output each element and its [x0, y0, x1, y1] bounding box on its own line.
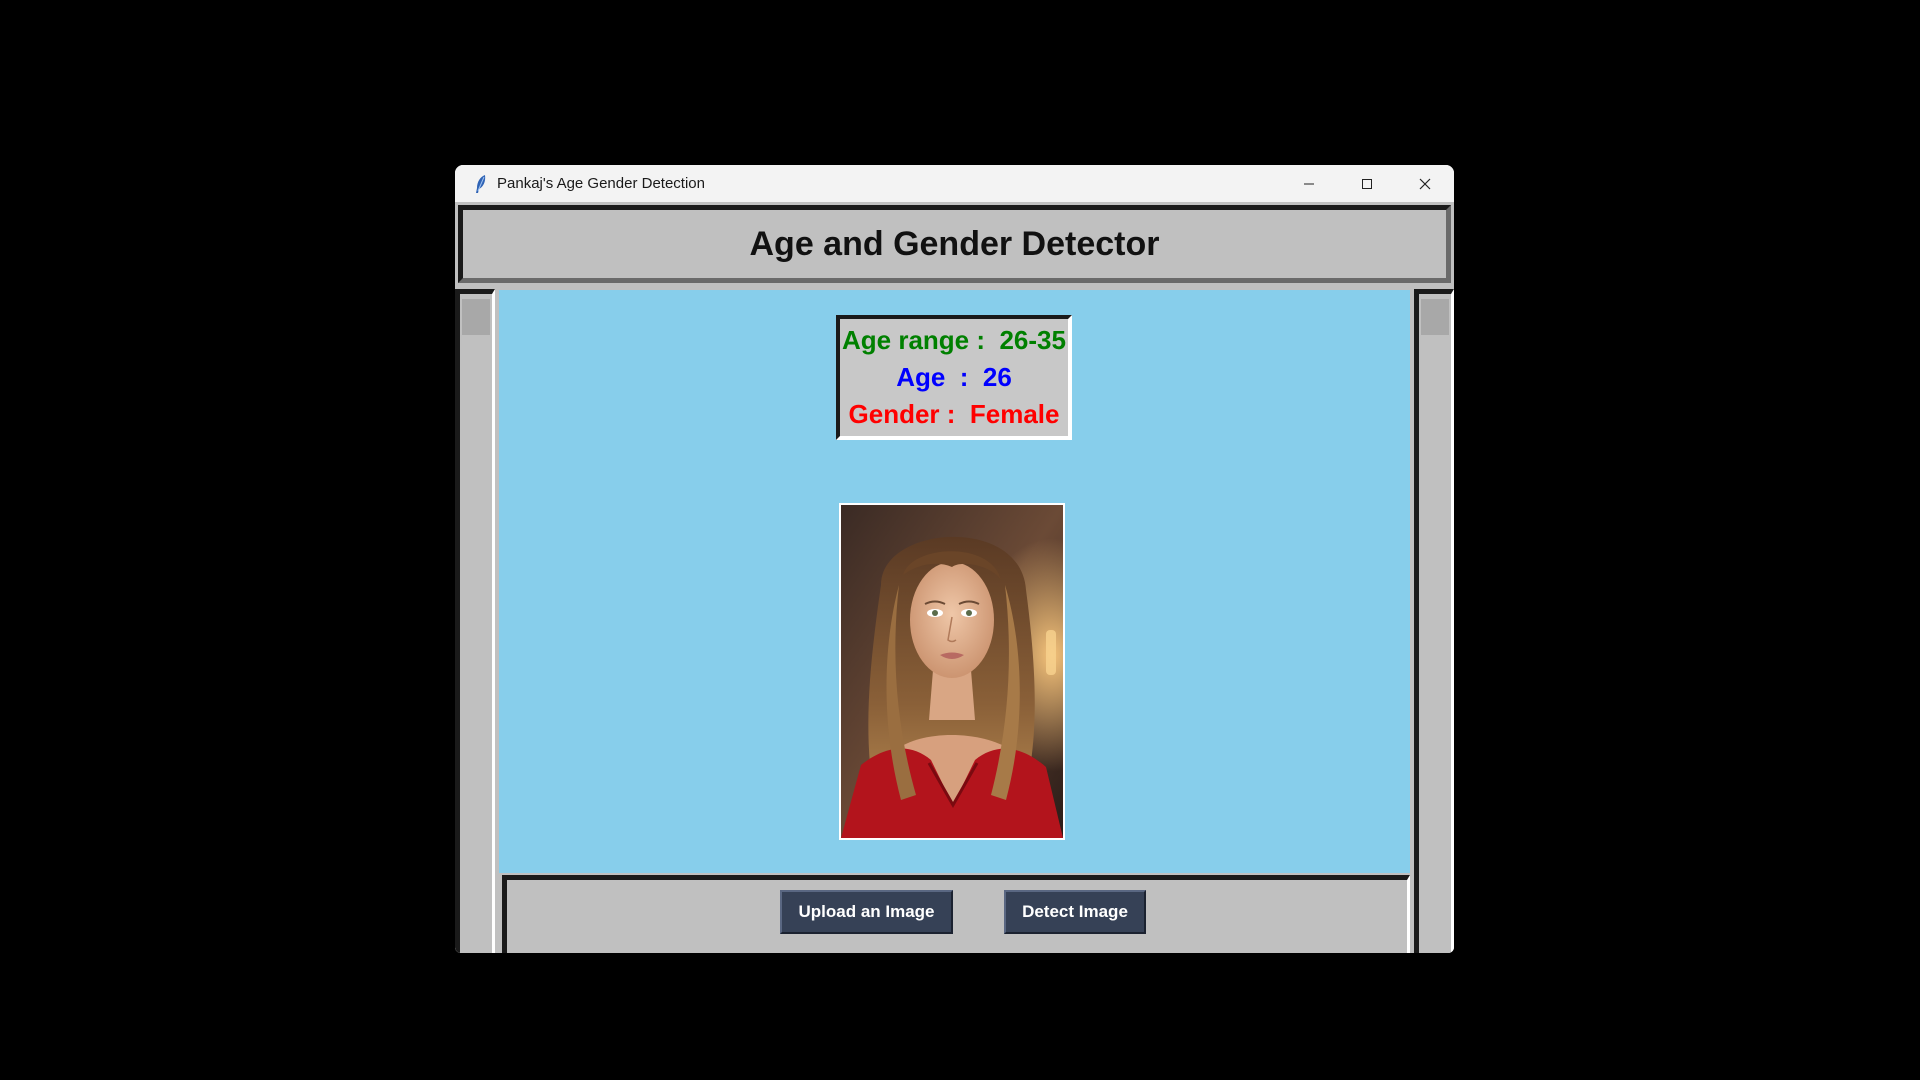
- feather-icon: [467, 165, 495, 202]
- age-value: 26: [975, 362, 1012, 392]
- gender-value: Female: [962, 399, 1060, 429]
- gender-label: Gender :: [848, 399, 963, 429]
- left-scroll-thumb[interactable]: [462, 299, 490, 335]
- left-side-panel: [455, 289, 495, 953]
- header-frame: Age and Gender Detector: [458, 205, 1451, 283]
- main-canvas: Age range : 26-35 Age : 26 Gender : Fema…: [499, 290, 1410, 873]
- close-icon[interactable]: [1396, 165, 1454, 202]
- window-title: Pankaj's Age Gender Detection: [497, 175, 705, 192]
- maximize-icon[interactable]: [1338, 165, 1396, 202]
- portrait-image: [841, 505, 1063, 838]
- right-scroll-thumb[interactable]: [1421, 299, 1449, 335]
- button-bar: Upload an Image Detect Image: [502, 875, 1410, 953]
- right-side-panel: [1414, 289, 1454, 953]
- client-area: Age and Gender Detector Age range : 26-3…: [455, 202, 1454, 953]
- age-range-label: Age range :: [842, 325, 993, 355]
- age-label: Age :: [896, 362, 976, 392]
- age-range-value: 26-35: [992, 325, 1066, 355]
- detect-image-button[interactable]: Detect Image: [1004, 890, 1146, 934]
- gender-line: Gender : Female: [849, 396, 1060, 433]
- window-controls: [1280, 165, 1454, 202]
- title-bar[interactable]: Pankaj's Age Gender Detection: [455, 165, 1454, 202]
- age-range-line: Age range : 26-35: [842, 322, 1066, 359]
- uploaded-image: [839, 503, 1065, 840]
- upload-image-button[interactable]: Upload an Image: [780, 890, 953, 934]
- age-line: Age : 26: [896, 359, 1012, 396]
- result-panel: Age range : 26-35 Age : 26 Gender : Fema…: [836, 315, 1072, 440]
- page-title: Age and Gender Detector: [749, 224, 1160, 263]
- minimize-icon[interactable]: [1280, 165, 1338, 202]
- app-window: Pankaj's Age Gender Detection Age and Ge…: [455, 165, 1454, 953]
